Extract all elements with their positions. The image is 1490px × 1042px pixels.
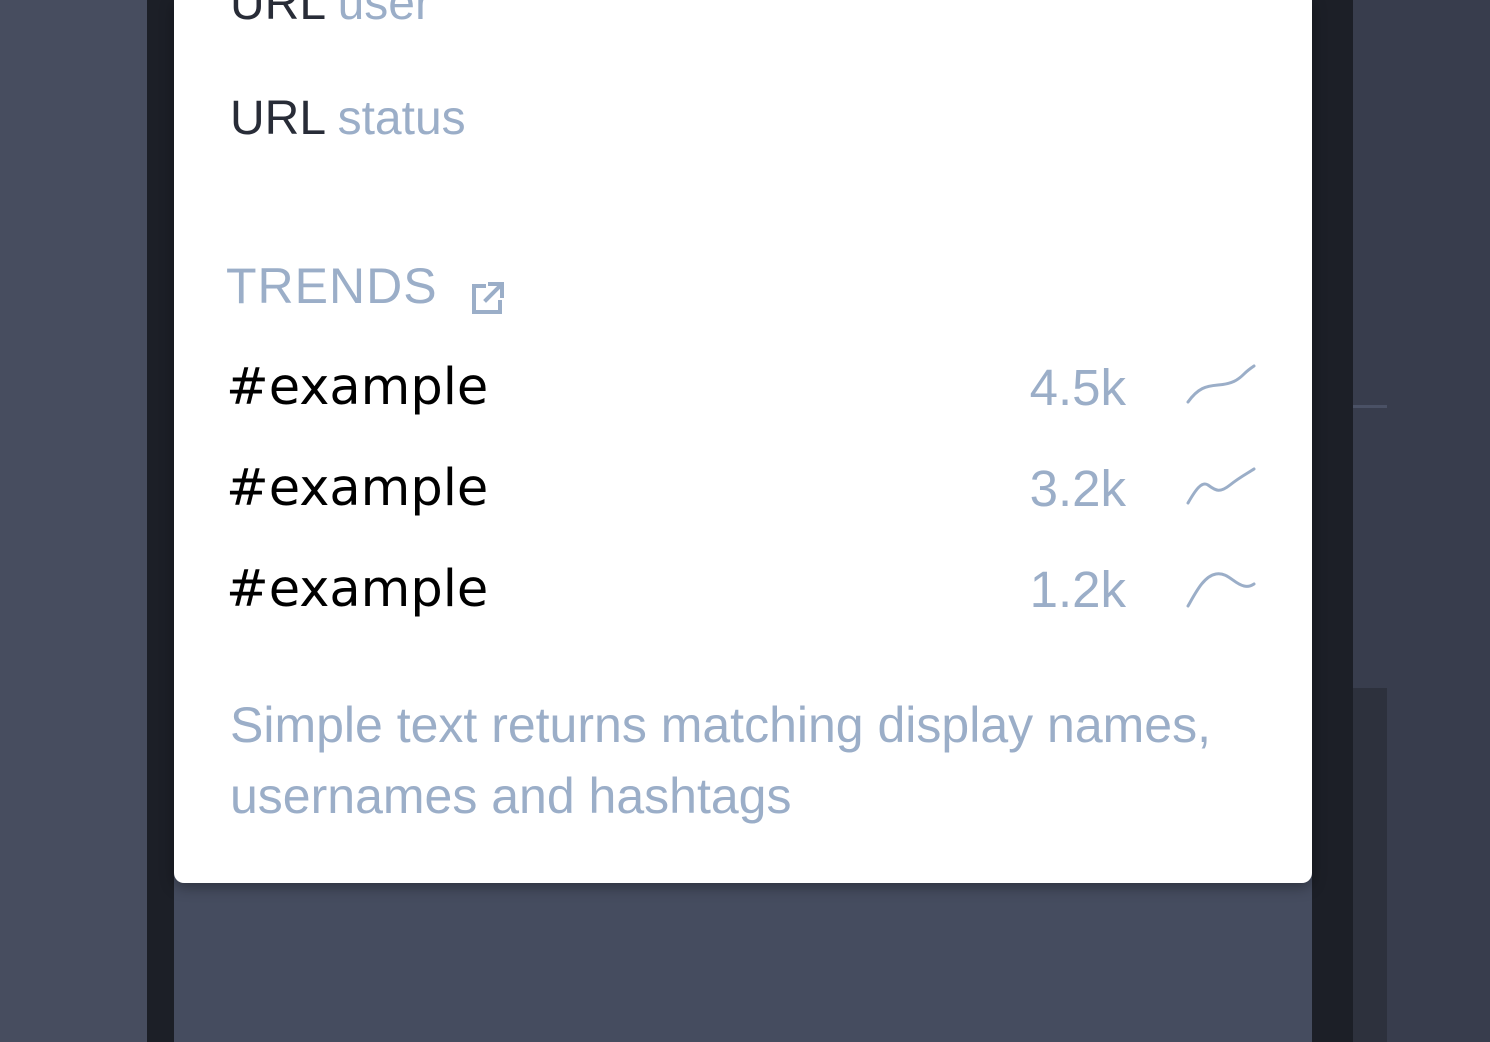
- side-column-lower: [1353, 688, 1387, 1042]
- trend-count: 3.2k: [1029, 460, 1126, 517]
- trend-sparkline: [1186, 467, 1256, 505]
- search-option-prefix: URL: [230, 0, 325, 30]
- side-column-separator: [1353, 405, 1387, 408]
- right-background: [1387, 0, 1490, 1042]
- trend-sparkline: [1186, 572, 1256, 608]
- left-background: [0, 0, 147, 1042]
- trend-count: 4.5k: [1029, 359, 1126, 416]
- trends-title: TRENDS: [226, 258, 438, 314]
- search-option-prefix: URL: [230, 92, 325, 145]
- search-popout: URL user URL status TRENDS #example 4.5k…: [174, 0, 1312, 883]
- search-hint: Simple text returns matching display nam…: [230, 697, 1211, 824]
- trend-item[interactable]: #example 3.2k: [226, 459, 1256, 519]
- trend-count: 1.2k: [1029, 561, 1126, 618]
- trend-sparkline: [1186, 364, 1256, 404]
- search-option-url-user[interactable]: URL user: [230, 0, 431, 31]
- external-link-icon[interactable]: [470, 270, 506, 314]
- search-option-hint: user: [337, 0, 431, 30]
- trend-tag[interactable]: #example: [226, 459, 488, 518]
- column-divider: [1312, 0, 1353, 1042]
- trend-tag[interactable]: #example: [226, 358, 488, 417]
- search-option-hint: status: [337, 92, 466, 145]
- search-option-url-status[interactable]: URL status: [230, 91, 466, 146]
- trend-item[interactable]: #example 4.5k: [226, 358, 1256, 418]
- trends-header: TRENDS: [226, 257, 506, 315]
- trend-item[interactable]: #example 1.2k: [226, 560, 1256, 620]
- trend-tag[interactable]: #example: [226, 560, 488, 619]
